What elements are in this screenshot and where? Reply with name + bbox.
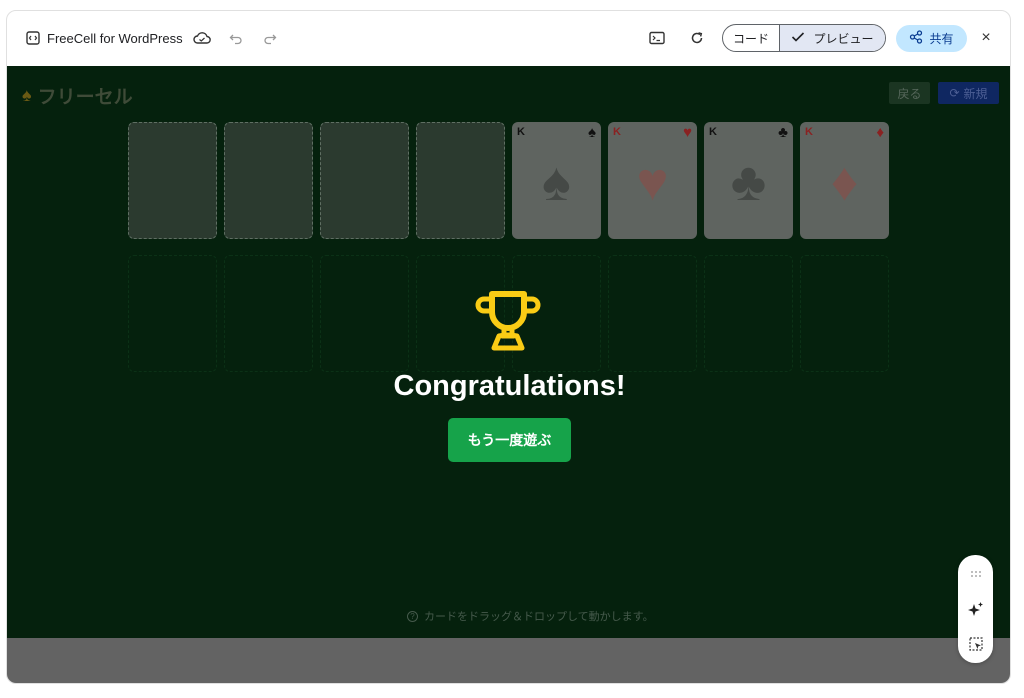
drag-handle-icon[interactable] [958, 563, 993, 585]
undo-icon[interactable] [227, 29, 245, 47]
win-overlay: Congratulations! もう一度遊ぶ [7, 66, 1010, 638]
cloud-save-icon[interactable] [192, 28, 212, 48]
app-window: FreeCell for WordPress コード プレビュー 共有 × ♠ … [6, 10, 1011, 684]
preview-footer [7, 638, 1010, 683]
share-label: 共有 [929, 32, 954, 46]
code-preview-toggle: コード プレビュー [722, 24, 886, 52]
congratulations-message: Congratulations! [393, 370, 626, 402]
code-tab[interactable]: コード [723, 25, 780, 51]
hint-text: ? カードをドラッグ＆ドロップして動かします。 [407, 608, 654, 624]
share-icon [909, 30, 923, 47]
app-title: FreeCell for WordPress [47, 31, 183, 46]
hint-label: カードをドラッグ＆ドロップして動かします。 [424, 611, 654, 623]
terminal-icon[interactable] [648, 29, 666, 47]
redo-icon[interactable] [261, 29, 279, 47]
check-icon [791, 31, 805, 46]
preview-label: プレビュー [813, 31, 874, 46]
refresh-icon[interactable] [688, 29, 706, 47]
floating-toolbar [958, 555, 993, 663]
sparkle-icon[interactable] [958, 598, 993, 620]
close-icon[interactable]: × [975, 27, 997, 49]
select-element-icon[interactable] [958, 633, 993, 655]
app-code-icon [25, 30, 41, 46]
preview-tab[interactable]: プレビュー [780, 25, 885, 51]
freecell-game: ♠ フリーセル 戻る ⟳ 新規 K ♠ ♠ K ♥ ♥ K ♣ ♣ K ♦ ♦ … [7, 66, 1010, 638]
share-button[interactable]: 共有 [896, 25, 967, 52]
trophy-icon [475, 290, 541, 354]
play-again-button[interactable]: もう一度遊ぶ [448, 418, 571, 462]
help-icon: ? [407, 610, 418, 622]
top-bar: FreeCell for WordPress コード プレビュー 共有 × [7, 11, 1010, 66]
